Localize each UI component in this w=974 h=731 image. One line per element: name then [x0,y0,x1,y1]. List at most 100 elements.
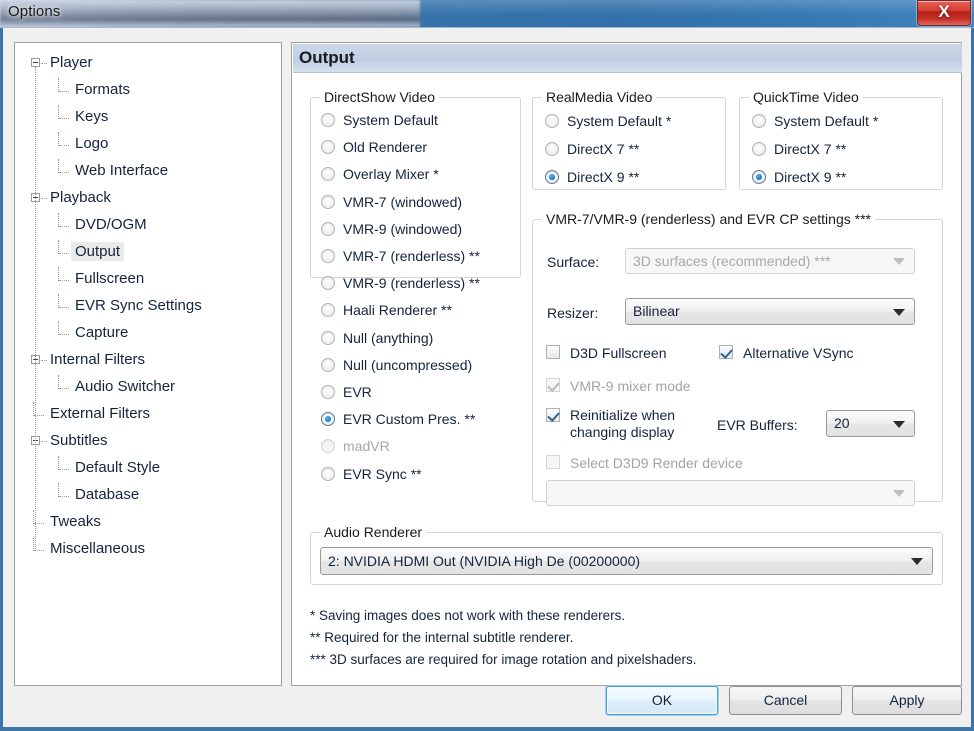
radio-dot-icon [545,142,559,156]
sidebar-item-label: Internal Filters [50,351,146,368]
sidebar-item-subtitles[interactable]: Subtitles [46,429,112,452]
tree-connector [58,78,60,92]
sidebar-item-web-interface[interactable]: Web Interface [71,159,172,182]
renderless-settings-group: VMR-7/VMR-9 (renderless) and EVR CP sett… [532,211,943,506]
radio-vmr-9-windowed[interactable]: VMR-9 (windowed) [321,220,462,239]
resizer-combobox-value: Bilinear [633,303,680,319]
sidebar-item-output[interactable]: Output [71,240,125,263]
radio-dot-icon [321,221,335,236]
d3d-fullscreen-checkbox[interactable]: D3D Fullscreen [546,344,666,362]
radio-label: System Default [343,112,438,128]
sidebar-item-database[interactable]: Database [71,483,143,506]
sidebar-item-label: Subtitles [50,432,108,449]
sidebar-item-default-style[interactable]: Default Style [71,456,164,479]
radio-dot-icon [752,114,766,128]
radio-evr-sync[interactable]: EVR Sync ** [321,465,422,484]
radio-evr-custom-pres[interactable]: EVR Custom Pres. ** [321,410,475,429]
radio-null-uncompressed[interactable]: Null (uncompressed) [321,356,472,375]
surface-label: Surface: [547,254,600,270]
radio-evr[interactable]: EVR [321,383,372,402]
radio-system-default[interactable]: System Default * [545,112,671,131]
output-settings-panel: Output DirectShow Video System Default Ol… [291,42,962,686]
radio-label: EVR Custom Pres. ** [343,411,476,428]
sidebar-item-evr-sync-settings[interactable]: EVR Sync Settings [71,294,206,317]
tree-connector [59,118,69,120]
radio-label: EVR Sync ** [343,465,422,482]
quicktime-video-group: QuickTime Video System Default * DirectX … [739,89,943,190]
resizer-label: Resizer: [547,305,599,321]
sidebar-item-label: Capture [75,324,129,341]
evr-buffers-combobox[interactable]: 20 [826,410,915,437]
directshow-video-group: DirectShow Video System Default Old Rende… [310,89,521,482]
radio-vmr-7-renderless[interactable]: VMR-7 (renderless) ** [321,247,480,266]
chevron-down-icon [893,308,905,316]
sidebar-item-dvd-ogm[interactable]: DVD/OGM [71,213,151,236]
resizer-combobox[interactable]: Bilinear [625,298,915,325]
radio-directx-7[interactable]: DirectX 7 ** [752,140,846,159]
select-d3d9-render-device-checkbox: Select D3D9 Render device [546,454,743,472]
sidebar-item-label: Logo [75,135,109,152]
apply-button[interactable]: Apply [852,686,962,715]
radio-vmr-7-windowed[interactable]: VMR-7 (windowed) [321,193,462,212]
chevron-down-icon [893,490,905,497]
reinitialize-display-checkbox[interactable]: Reinitialize when changing display [546,407,675,441]
radio-haali-renderer[interactable]: Haali Renderer ** [321,301,452,320]
sidebar-item-player[interactable]: Player [46,51,97,74]
radio-directx-9[interactable]: DirectX 9 ** [545,168,639,187]
surface-combobox[interactable]: 3D surfaces (recommended) *** [625,248,915,274]
page-title: Output [299,48,355,67]
sidebar-item-label: Formats [75,81,131,98]
tree-connector [58,159,60,173]
sidebar-item-formats[interactable]: Formats [71,78,134,101]
alternative-vsync-checkbox[interactable]: Alternative VSync [719,344,854,362]
sidebar-item-keys[interactable]: Keys [71,105,112,128]
chevron-down-icon [893,258,905,265]
sidebar-item-audio-switcher[interactable]: Audio Switcher [71,375,179,398]
directshow-video-group-title: DirectShow Video [320,89,440,105]
radio-system-default[interactable]: System Default * [752,112,878,131]
ok-button[interactable]: OK [606,686,718,715]
radio-label: VMR-9 (windowed) [343,220,463,237]
audio-renderer-group: Audio Renderer 2: NVIDIA HDMI Out (NVIDI… [310,524,943,585]
reinitialize-display-label-line2: changing display [570,424,675,440]
audio-renderer-combobox[interactable]: 2: NVIDIA HDMI Out (NVIDIA High De (0020… [320,547,933,575]
navigation-tree[interactable]: Player Formats Keys Logo Web Interface Playba… [14,42,282,686]
sidebar-item-logo[interactable]: Logo [71,132,112,155]
tree-expander-minus-icon[interactable] [31,58,40,67]
sidebar-item-label: Web Interface [75,162,169,179]
close-icon: X [938,2,950,21]
radio-old-renderer[interactable]: Old Renderer [321,138,427,157]
sidebar-item-playback[interactable]: Playback [46,186,115,209]
sidebar-item-external-filters[interactable]: External Filters [46,402,154,425]
sidebar-item-tweaks[interactable]: Tweaks [46,510,105,533]
tree-connector [58,375,60,389]
radio-dot-icon [321,113,335,127]
realmedia-video-group: RealMedia Video System Default * DirectX … [532,89,726,190]
radio-dot-icon [321,249,335,263]
radio-null-anything[interactable]: Null (anything) [321,329,433,348]
quicktime-video-group-title: QuickTime Video [749,89,863,105]
evr-buffers-label: EVR Buffers: [717,417,798,433]
radio-dot-icon [321,330,335,345]
radio-directx-9[interactable]: DirectX 9 ** [752,168,846,187]
sidebar-item-label: Tweaks [50,513,101,530]
radio-dot-icon [321,439,335,454]
radio-dot-icon [752,170,766,184]
sidebar-item-capture[interactable]: Capture [71,321,132,344]
close-button[interactable]: X [917,0,971,26]
tree-connector [59,172,69,174]
radio-vmr-9-renderless[interactable]: VMR-9 (renderless) ** [321,274,480,293]
radio-directx-7[interactable]: DirectX 7 ** [545,140,639,159]
d3d-fullscreen-label: D3D Fullscreen [570,345,667,361]
window-title-bar[interactable]: Options X [0,0,974,28]
sidebar-item-miscellaneous[interactable]: Miscellaneous [46,537,149,560]
radio-overlay-mixer[interactable]: Overlay Mixer * [321,165,439,184]
sidebar-item-fullscreen[interactable]: Fullscreen [71,267,148,290]
radio-system-default[interactable]: System Default [321,111,438,130]
radio-dot-icon [545,114,559,128]
sidebar-item-internal-filters[interactable]: Internal Filters [46,348,149,371]
radio-dot-icon [321,167,335,182]
aero-glass-backdrop [0,0,420,27]
radio-dot-icon [321,303,335,318]
cancel-button[interactable]: Cancel [729,686,842,715]
